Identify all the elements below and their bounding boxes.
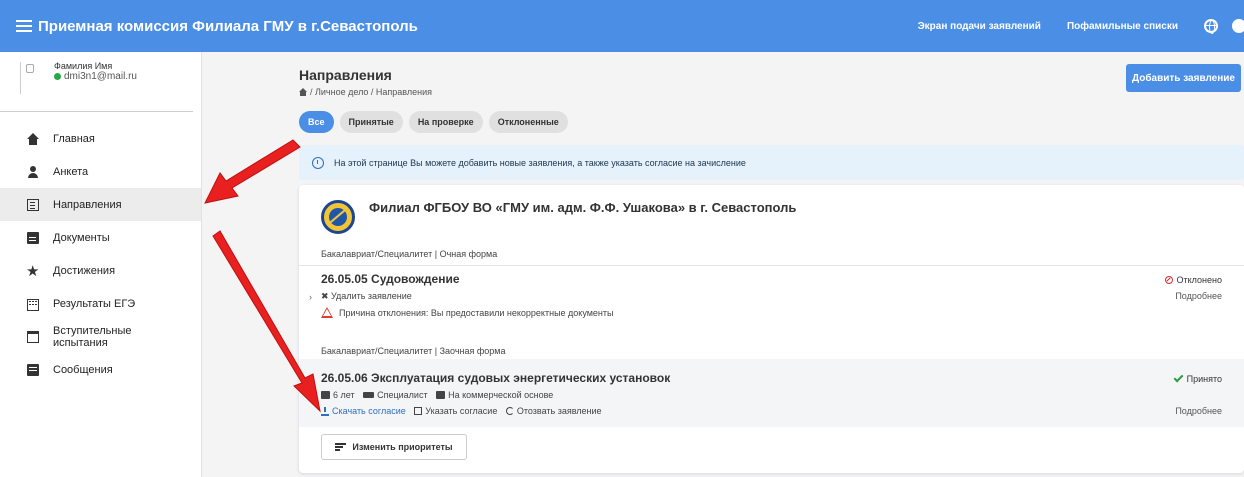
graduation-cap-icon xyxy=(363,392,375,398)
app-title: Приемная комиссия Филиала ГМУ в г.Севаст… xyxy=(38,17,418,35)
home-icon[interactable] xyxy=(299,88,307,96)
give-consent-link[interactable]: Указать согласие xyxy=(414,406,497,416)
check-icon xyxy=(1173,372,1184,383)
filter-under-review[interactable]: На проверке xyxy=(408,111,483,133)
status-badge: Принято xyxy=(1173,372,1222,384)
filter-rejected[interactable]: Отклоненные xyxy=(488,111,568,133)
application-actions: Скачать согласие Указать согласие Отозва… xyxy=(321,406,602,416)
application-title: 26.05.05 Судовождение xyxy=(321,272,460,286)
sidebar-item-profile[interactable]: Анкета xyxy=(0,155,201,188)
folder-icon xyxy=(436,391,446,399)
revoke-application-link[interactable]: Отозвать заявление xyxy=(505,406,602,416)
divider xyxy=(299,265,1244,266)
university-logo xyxy=(321,200,355,234)
rejection-reason: Причина отклонения: Вы предоставили неко… xyxy=(321,307,614,318)
undo-icon xyxy=(505,407,514,415)
info-banner: На этой странице Вы можете добавить новы… xyxy=(299,145,1244,180)
sidebar-item-directions[interactable]: Направления xyxy=(0,188,201,221)
info-text: На этой странице Вы можете добавить новы… xyxy=(334,157,746,168)
online-status-icon xyxy=(54,73,61,80)
keyboard-icon xyxy=(27,298,39,311)
calendar-icon xyxy=(321,391,330,399)
nav-apply-screen[interactable]: Экран подачи заявлений xyxy=(918,21,1041,32)
globe-icon[interactable] xyxy=(1204,19,1218,34)
page-title: Направления xyxy=(299,67,392,83)
sidebar-item-entrance-tests[interactable]: Вступительные испытания xyxy=(0,320,201,353)
sidebar-item-exam-results[interactable]: Результаты ЕГЭ xyxy=(0,287,201,320)
change-priorities-button[interactable]: Изменить приоритеты xyxy=(321,434,467,460)
download-icon xyxy=(321,407,329,416)
breadcrumb: / Личное дело / Направления xyxy=(299,87,432,97)
calendar-icon xyxy=(27,330,39,343)
university-card: Филиал ФГБОУ ВО «ГМУ им. адм. Ф.Ф. Ушако… xyxy=(299,185,1244,473)
info-icon xyxy=(312,156,324,169)
star-icon xyxy=(26,262,39,280)
sidebar-item-home[interactable]: Главная xyxy=(0,122,201,155)
document-icon xyxy=(27,231,39,244)
nav-lists[interactable]: Пофамильные списки xyxy=(1067,21,1178,32)
sort-icon xyxy=(335,443,347,449)
application-row: 26.05.06 Эксплуатация судовых энергетиче… xyxy=(299,359,1244,427)
chevron-right-icon[interactable]: › xyxy=(309,292,312,302)
section-parttime: Бакалавриат/Специалитет | Заочная форма xyxy=(321,346,506,356)
filter-all[interactable]: Все xyxy=(299,111,334,133)
sidebar-item-documents[interactable]: Документы xyxy=(0,221,201,254)
user-panel: Фамилия Имя dmi3n1@mail.ru xyxy=(0,52,193,112)
account-icon[interactable] xyxy=(1232,19,1244,33)
delete-application-link[interactable]: ✖ Удалить заявление xyxy=(321,291,412,302)
add-application-button[interactable]: Добавить заявление xyxy=(1126,64,1241,92)
status-badge: Отклонено xyxy=(1164,275,1222,285)
sidebar-item-messages[interactable]: Сообщения xyxy=(0,353,201,386)
warning-icon xyxy=(321,307,333,318)
top-app-bar: Приемная комиссия Филиала ГМУ в г.Севаст… xyxy=(0,0,1244,52)
avatar xyxy=(20,62,38,94)
details-link[interactable]: Подробнее xyxy=(1175,406,1222,416)
menu-icon[interactable] xyxy=(16,20,32,32)
user-email: dmi3n1@mail.ru xyxy=(64,71,137,82)
list-icon xyxy=(27,198,39,211)
sidebar-item-achievements[interactable]: Достижения xyxy=(0,254,201,287)
home-icon xyxy=(27,132,39,145)
download-consent-link[interactable]: Скачать согласие xyxy=(321,406,406,416)
filter-accepted[interactable]: Принятые xyxy=(339,111,403,133)
reject-icon xyxy=(1164,276,1173,284)
sidebar: Фамилия Имя dmi3n1@mail.ru Главная Анкет… xyxy=(0,52,202,477)
university-name: Филиал ФГБОУ ВО «ГМУ им. адм. Ф.Ф. Ушако… xyxy=(369,200,797,215)
details-link[interactable]: Подробнее xyxy=(1175,291,1222,301)
person-icon xyxy=(27,165,39,178)
section-fulltime: Бакалавриат/Специалитет | Очная форма xyxy=(321,249,498,259)
filter-chips: Все Принятые На проверке Отклоненные xyxy=(299,111,568,133)
main-content: Направления / Личное дело / Направления … xyxy=(202,52,1244,477)
message-icon xyxy=(27,363,39,376)
user-name: Фамилия Имя xyxy=(54,61,113,71)
application-title: 26.05.06 Эксплуатация судовых энергетиче… xyxy=(321,371,671,385)
checkbox-icon xyxy=(414,407,423,415)
application-meta: 6 лет Специалист На коммерческой основе xyxy=(321,390,553,400)
